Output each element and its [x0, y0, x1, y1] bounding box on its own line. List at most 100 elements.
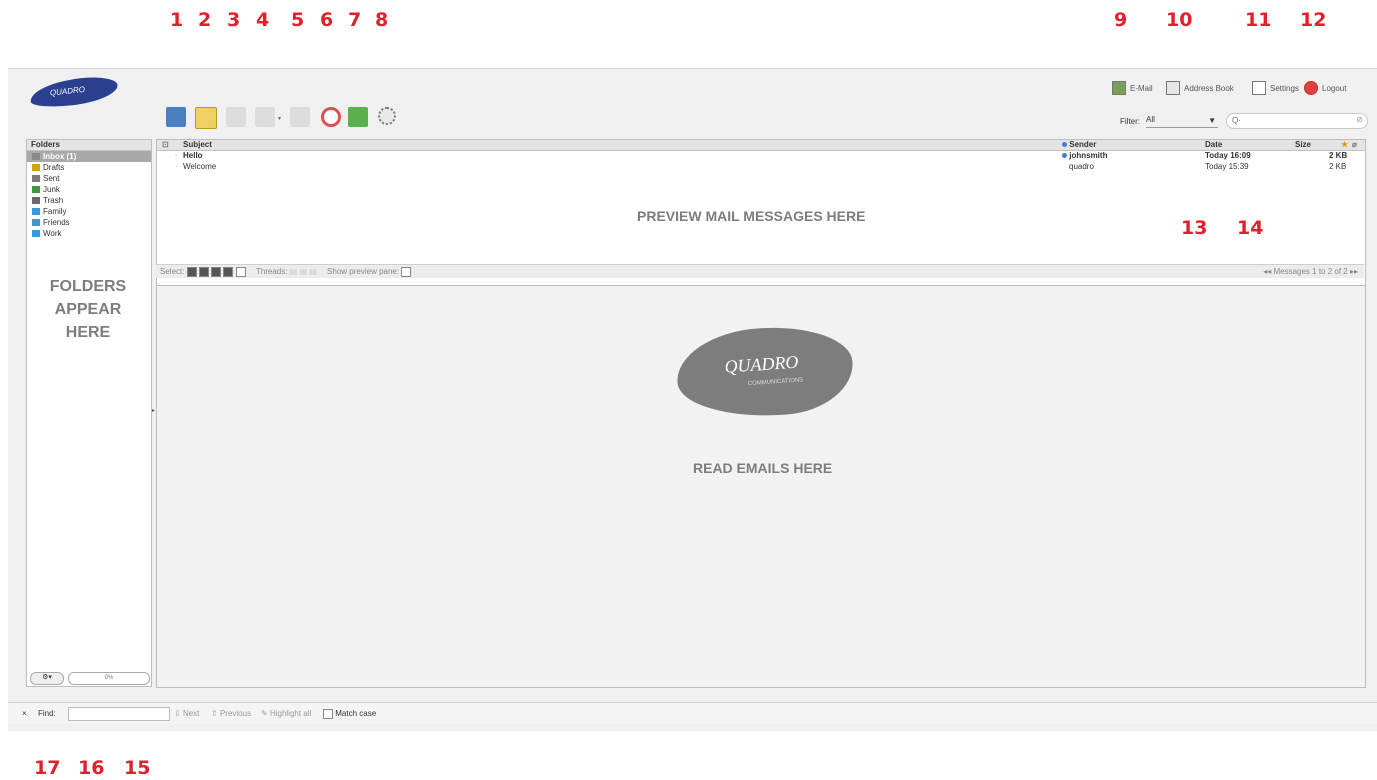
find-next-button[interactable]: ⇩ Next: [174, 703, 199, 724]
find-previous-button[interactable]: ⇧ Previous: [211, 703, 251, 724]
get-mail-icon[interactable]: [166, 107, 186, 127]
folder-item[interactable]: Junk: [27, 184, 151, 195]
message-list-footer: Select: Threads: ▤ ▤ ▤ Show preview pane…: [156, 264, 1364, 278]
folder-label: Drafts: [43, 163, 65, 172]
find-label: Find:: [38, 709, 56, 718]
callout-8: 8: [375, 9, 389, 31]
callout-9: 9: [1114, 9, 1128, 31]
more-options-icon[interactable]: [378, 107, 396, 125]
callout-15: 15: [124, 757, 151, 779]
select-none-icon[interactable]: [235, 266, 246, 277]
folder-icon: [32, 186, 40, 193]
clear-search-icon[interactable]: ⊘: [1356, 115, 1363, 124]
folder-icon: [32, 208, 40, 215]
arrow-down-icon: ⇩: [174, 709, 181, 718]
message-list-header: ⊡ Subject Sender Date Size ★ ⌀: [157, 140, 1365, 151]
select-unread-icon[interactable]: [211, 266, 222, 277]
callout-3: 3: [227, 9, 241, 31]
forward-icon[interactable]: [290, 107, 310, 127]
select-all-icon[interactable]: [186, 266, 197, 277]
table-row[interactable]: · Welcome quadro Today 15:39 2 KB: [157, 162, 1365, 173]
callout-2: 2: [198, 9, 212, 31]
select-page-icon[interactable]: [198, 266, 209, 277]
arrow-up-icon: ⇧: [211, 709, 218, 718]
gear-icon: ⚙▾: [42, 674, 52, 681]
size-column-header[interactable]: Size: [1295, 140, 1311, 150]
filter-select[interactable]: All ▼: [1146, 115, 1218, 128]
folder-icon: [32, 153, 40, 160]
highlight-all-button[interactable]: ✎ Highlight all: [261, 703, 311, 724]
message-subject: Hello: [183, 151, 203, 160]
address-book-icon: [1166, 81, 1180, 95]
folder-icon: [32, 164, 40, 171]
reply-all-icon[interactable]: [255, 107, 275, 127]
pagination[interactable]: ◂◂ Messages 1 to 2 of 2 ▸▸: [1263, 265, 1358, 278]
reply-icon[interactable]: [226, 107, 246, 127]
thread-toggle-icon[interactable]: ⊡: [162, 140, 169, 150]
select-flagged-icon[interactable]: [223, 266, 234, 277]
folder-label: Sent: [43, 174, 60, 183]
folder-item[interactable]: Work: [27, 228, 151, 239]
folder-options-button[interactable]: ⚙▾: [30, 672, 64, 685]
filter-label: Filter:: [1120, 117, 1140, 126]
table-row[interactable]: · Hello johnsmith Today 16:09 2 KB: [157, 151, 1365, 162]
find-input[interactable]: [68, 707, 170, 721]
date-column-header[interactable]: Date: [1205, 140, 1222, 150]
folder-panel: Folders Inbox (1) Drafts Sent Junk Trash Fami…: [26, 139, 152, 687]
folder-icon: [32, 230, 40, 237]
vertical-splitter[interactable]: ▸: [152, 139, 155, 689]
quadro-watermark-logo: QUADRO COMMUNICATIONS: [674, 321, 856, 423]
status-dot-icon: [1062, 142, 1067, 147]
callout-1: 1: [170, 9, 184, 31]
callout-4: 4: [256, 9, 270, 31]
settings-icon: [1252, 81, 1266, 95]
preview-pane-checkbox[interactable]: [401, 266, 412, 277]
attachment-column-icon[interactable]: ⌀: [1352, 140, 1357, 150]
folder-label: Trash: [43, 196, 64, 205]
compose-icon[interactable]: [195, 107, 217, 129]
folder-icon: [32, 175, 40, 182]
search-icon: Q·: [1232, 116, 1241, 125]
message-size: 2 KB: [1329, 151, 1348, 160]
highlighter-icon: ✎: [261, 709, 268, 718]
callout-7: 7: [348, 9, 362, 31]
nav-logout[interactable]: Logout: [1304, 81, 1346, 95]
next-page-icon[interactable]: ▸▸: [1350, 267, 1358, 276]
read-emails-overlay-text: READ EMAILS HERE: [693, 460, 833, 476]
folder-label: Work: [43, 229, 62, 238]
reply-all-dropdown-icon[interactable]: ▾: [278, 115, 281, 122]
match-case-checkbox[interactable]: Match case: [323, 703, 376, 724]
search-input[interactable]: Q· ⊘: [1226, 113, 1368, 129]
folder-item[interactable]: Sent: [27, 173, 151, 184]
callout-16: 16: [78, 757, 105, 779]
close-find-icon[interactable]: ×: [22, 703, 27, 724]
folder-item[interactable]: Family: [27, 206, 151, 217]
callout-13: 13: [1181, 217, 1208, 239]
sender-column-header[interactable]: Sender: [1062, 140, 1096, 150]
folder-item[interactable]: Friends: [27, 217, 151, 228]
folder-item[interactable]: Trash: [27, 195, 151, 206]
nav-address-book[interactable]: Address Book: [1166, 81, 1234, 95]
message-size: 2 KB: [1329, 162, 1347, 171]
webmail-window: QUADRO ▾ E-Mail Address Book Settings Lo…: [8, 68, 1377, 731]
callout-5: 5: [291, 9, 305, 31]
flag-column-icon[interactable]: ★: [1341, 140, 1348, 150]
folder-icon: [32, 197, 40, 204]
nav-settings[interactable]: Settings: [1252, 81, 1299, 95]
mark-spam-icon[interactable]: [348, 107, 368, 127]
message-subject: Welcome: [183, 162, 217, 171]
prev-page-icon[interactable]: ◂◂: [1263, 267, 1271, 276]
folder-item[interactable]: Inbox (1): [27, 151, 151, 162]
delete-icon[interactable]: [321, 107, 341, 127]
folder-label: Family: [43, 207, 67, 216]
callout-14: 14: [1237, 217, 1264, 239]
unread-dot-icon: [1062, 153, 1067, 158]
email-icon: [1112, 81, 1126, 95]
folder-item[interactable]: Drafts: [27, 162, 151, 173]
nav-email[interactable]: E-Mail: [1112, 81, 1153, 95]
callout-10: 10: [1166, 9, 1193, 31]
message-date: Today 15:39: [1205, 162, 1249, 171]
folder-icon: [32, 219, 40, 226]
subject-column-header[interactable]: Subject: [183, 140, 212, 150]
thread-options-icon[interactable]: ▤ ▤ ▤: [290, 267, 317, 276]
